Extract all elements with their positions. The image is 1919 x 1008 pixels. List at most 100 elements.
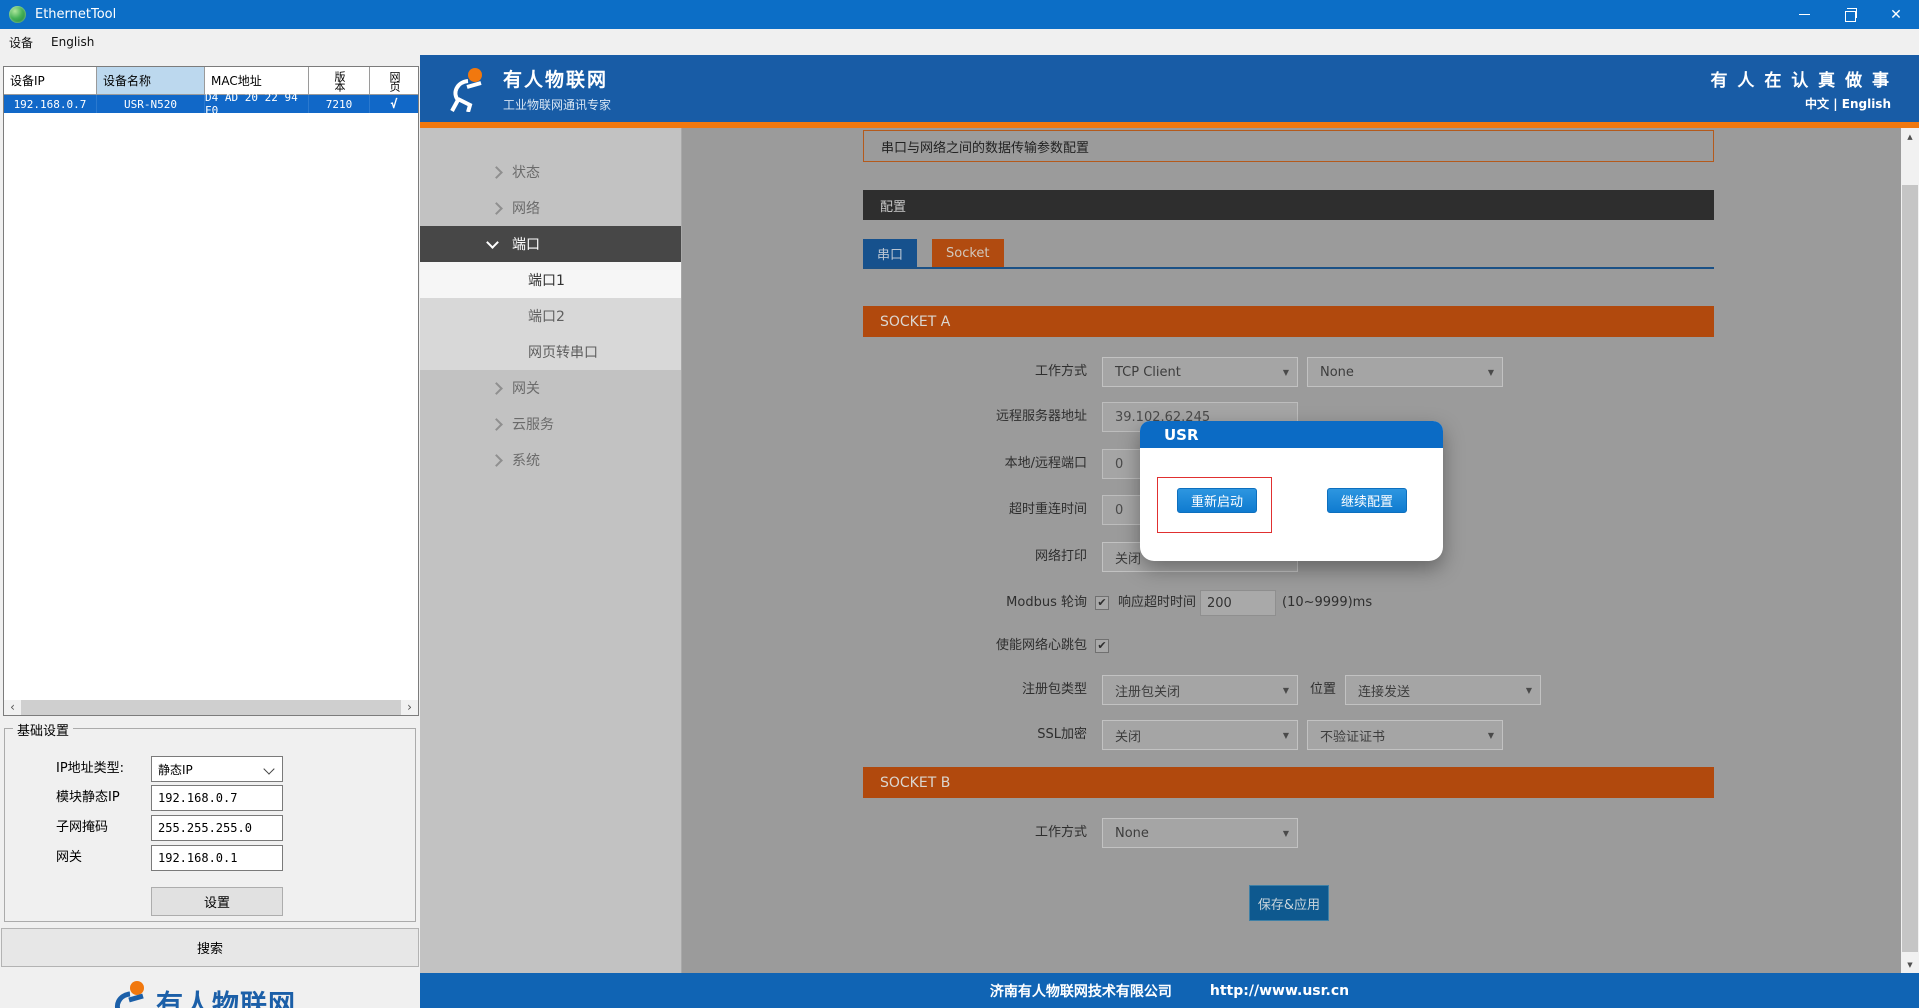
sidebar-item-cloud[interactable]: 云服务 [420,406,681,442]
heartbeat-label: 使能网络心跳包 [782,631,1087,661]
close-icon: ✕ [1890,7,1902,23]
socket-b-header: SOCKET B [863,767,1714,798]
col-header-name[interactable]: 设备名称 [97,67,205,94]
subnet-mask-field[interactable] [151,815,283,841]
modbus-timeout-field[interactable] [1200,590,1276,616]
menu-english[interactable]: English [42,29,103,55]
hscroll-track[interactable] [21,700,401,715]
regpkt-type-label: 注册包类型 [782,675,1087,705]
chevron-right-icon [490,202,503,215]
web-header: 有人物联网 工业物联网通讯专家 有 人 在 认 真 做 事 中文 | Engli… [420,55,1919,122]
device-web-link[interactable]: √ [370,95,418,113]
modbus-timeout-hint: (10~9999)ms [1282,588,1372,618]
footer-url[interactable]: http://www.usr.cn [1210,983,1349,999]
menubar: 设备 English [0,29,1919,55]
heartbeat-checkbox[interactable]: ✔ [1095,639,1109,653]
tab-socket[interactable]: Socket [932,239,1004,267]
dropdown-arrow-icon: ▼ [1283,368,1289,377]
tab-underline [863,267,1714,269]
socket-b-work-mode-select[interactable]: None ▼ [1102,818,1298,848]
subnet-mask-label: 子网掩码 [56,815,108,841]
local-remote-port-label: 本地/远程端口 [782,449,1087,479]
close-button[interactable]: ✕ [1873,0,1919,29]
regpkt-type-select[interactable]: 注册包关闭 ▼ [1102,675,1298,705]
ssl-cert-select[interactable]: 不验证证书 ▼ [1307,720,1503,750]
open-web-icon: √ [390,97,397,111]
vertical-scrollbar[interactable]: ▲ ▼ [1901,128,1919,973]
scroll-up-icon[interactable]: ▲ [1901,128,1919,145]
col-header-version[interactable]: 版本 [309,67,370,94]
sidebar-item-port1[interactable]: 端口1 [420,262,681,298]
device-panel: 设备IP 设备名称 MAC地址 版本 网页 192.168.0.7 USR-N5… [0,55,420,1008]
window-controls: ✕ [1781,0,1919,29]
table-row[interactable]: 192.168.0.7 USR-N520 D4 AD 20 22 94 F0 7… [4,95,418,113]
col-header-ip[interactable]: 设备IP [4,67,97,94]
col-header-web[interactable]: 网页 [370,67,418,94]
scroll-right-icon[interactable]: › [401,700,418,715]
regpkt-pos-label: 位置 [1310,675,1336,705]
tab-serial[interactable]: 串口 [863,239,917,267]
save-apply-button[interactable]: 保存&应用 [1249,885,1329,921]
device-version: 7210 [309,95,370,113]
gateway-field[interactable] [151,845,283,871]
sidebar-item-system[interactable]: 系统 [420,442,681,478]
work-mode-extra-select[interactable]: None ▼ [1307,357,1503,387]
minimize-button[interactable] [1781,0,1827,29]
dialog-title: USR [1140,421,1443,448]
device-ip: 192.168.0.7 [4,95,97,113]
net-print-label: 网络打印 [782,542,1087,572]
dropdown-arrow-icon: ▼ [1488,731,1494,740]
usr-figure-icon [106,979,152,1008]
continue-config-button[interactable]: 继续配置 [1327,488,1407,513]
col-header-mac[interactable]: MAC地址 [205,67,309,94]
brand-slogan: 工业物联网通讯专家 [503,96,611,113]
restart-button[interactable]: 重新启动 [1177,488,1257,513]
scroll-down-icon[interactable]: ▼ [1901,956,1919,973]
socket-b-work-mode-label: 工作方式 [782,818,1087,848]
modbus-poll-label: Modbus 轮询 [782,588,1087,618]
modbus-poll-checkbox[interactable]: ✔ [1095,596,1109,610]
brand-block: 有人物联网 工业物联网通讯专家 [503,65,611,113]
sidebar-item-network[interactable]: 网络 [420,190,681,226]
static-ip-label: 模块静态IP [56,785,120,811]
device-list: 设备IP 设备名称 MAC地址 版本 网页 192.168.0.7 USR-N5… [3,66,419,716]
sidebar-item-gateway[interactable]: 网关 [420,370,681,406]
sidebar-item-status[interactable]: 状态 [420,154,681,190]
vscroll-thumb[interactable] [1902,185,1918,952]
device-mac: D4 AD 20 22 94 F0 [205,95,309,113]
dropdown-arrow-icon: ▼ [1526,686,1532,695]
search-button[interactable]: 搜索 [1,928,419,967]
ip-type-label: IP地址类型: [56,756,124,782]
chevron-right-icon [490,382,503,395]
usr-logo-text: 有人物联网 [156,983,296,1008]
chevron-down-icon [263,763,274,774]
ip-type-select[interactable]: 静态IP [151,756,283,782]
window-title: EthernetTool [35,7,116,22]
work-mode-select[interactable]: TCP Client ▼ [1102,357,1298,387]
ssl-label: SSL加密 [782,720,1087,750]
sidebar-item-port[interactable]: 端口 [420,226,681,262]
header-motto: 有 人 在 认 真 做 事 [1710,66,1891,91]
dropdown-arrow-icon: ▼ [1283,686,1289,695]
basic-settings-group: 基础设置 IP地址类型: 静态IP 模块静态IP 子网掩码 网关 设置 [4,728,416,922]
regpkt-pos-select[interactable]: 连接发送 ▼ [1345,675,1541,705]
static-ip-field[interactable] [151,785,283,811]
sidebar-item-port2[interactable]: 端口2 [420,298,681,334]
web-content: 串口与网络之间的数据传输参数配置 配置 串口 Socket SOCKET A 工… [682,128,1901,973]
chevron-right-icon [490,454,503,467]
config-section-title: 配置 [863,190,1714,220]
scroll-left-icon[interactable]: ‹ [4,700,21,715]
ssl-select[interactable]: 关闭 ▼ [1102,720,1298,750]
usr-dialog: USR 重新启动 继续配置 [1140,421,1443,561]
language-switch[interactable]: 中文 | English [1710,95,1891,112]
dropdown-arrow-icon: ▼ [1283,829,1289,838]
device-name: USR-N520 [97,95,205,113]
remote-addr-label: 远程服务器地址 [782,402,1087,432]
horizontal-scrollbar[interactable]: ‹ › [4,700,418,715]
footer-company: 济南有人物联网技术有限公司 [990,981,1172,1001]
page-description: 串口与网络之间的数据传输参数配置 [863,130,1714,162]
restore-button[interactable] [1827,0,1873,29]
sidebar-item-web2serial[interactable]: 网页转串口 [420,334,681,370]
set-button[interactable]: 设置 [151,887,283,916]
menu-device[interactable]: 设备 [0,29,42,55]
